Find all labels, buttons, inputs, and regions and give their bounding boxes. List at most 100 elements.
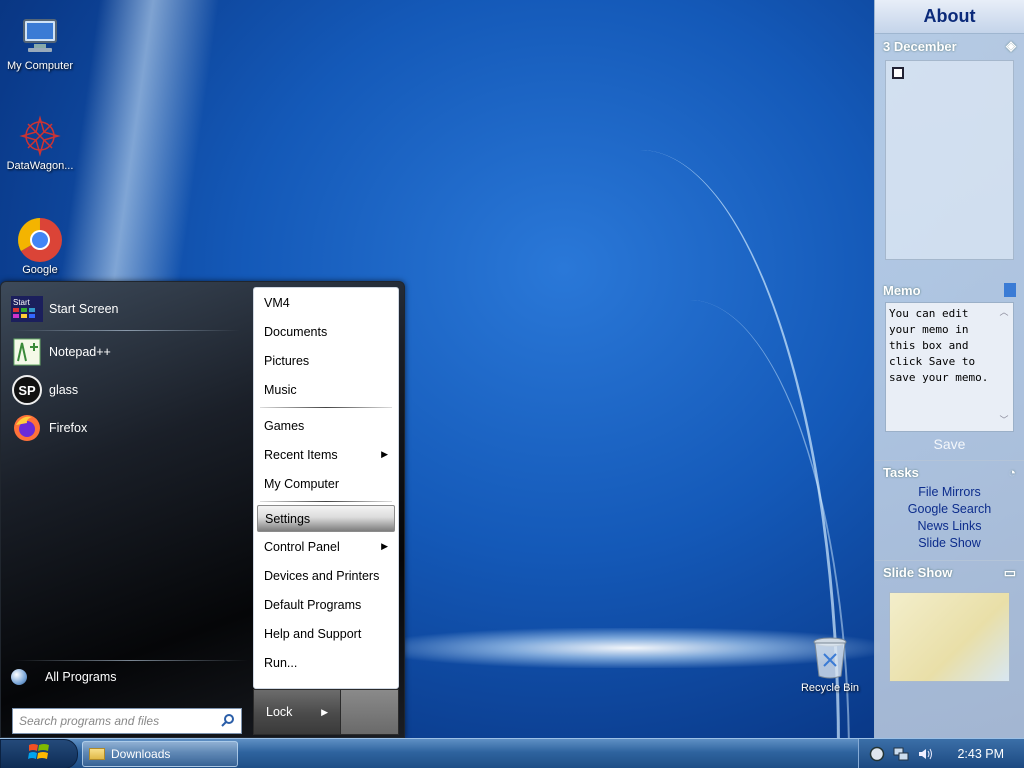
search-placeholder: Search programs and files <box>19 714 160 728</box>
lock-label: Lock <box>266 705 293 719</box>
start-menu-right-pane: VM4 Documents Pictures Music Games Recen… <box>253 287 399 689</box>
desktop-icon-recycle-bin[interactable]: Recycle Bin <box>790 636 870 694</box>
gadget-sidebar: About 3 December ◈ Memo You can edit you… <box>874 0 1024 738</box>
windows-logo-icon <box>28 742 50 766</box>
menu-item-label: VM4 <box>264 295 290 310</box>
calendar-gadget <box>885 60 1014 260</box>
start-screen-icon: Start <box>11 293 43 325</box>
separator <box>260 501 392 502</box>
clock[interactable]: 2:43 PM <box>957 747 1004 761</box>
taskbar-button-label: Downloads <box>111 747 171 761</box>
pinned-label: Firefox <box>49 421 88 435</box>
menu-item-label: Run... <box>264 655 298 670</box>
menu-item-pictures[interactable]: Pictures <box>254 346 398 375</box>
tray-circle-icon[interactable] <box>869 746 885 762</box>
desktop-icon-google[interactable]: Google <box>0 218 80 276</box>
menu-item-music[interactable]: Music <box>254 375 398 404</box>
search-icon[interactable] <box>221 713 235 730</box>
memo-title: Memo <box>883 282 921 298</box>
menu-item-documents[interactable]: Documents <box>254 317 398 346</box>
slideshow-image[interactable] <box>889 592 1010 682</box>
menu-item-label: Documents <box>264 324 328 339</box>
power-options-button[interactable] <box>341 689 399 735</box>
scroll-up-icon[interactable]: ︿ <box>997 305 1011 321</box>
memo-textarea[interactable]: You can edit your memo in this box and c… <box>885 302 1014 432</box>
chrome-icon <box>16 218 64 262</box>
pinned-notepadpp[interactable]: Notepad++ <box>5 333 248 371</box>
submenu-arrow-icon: ▶ <box>381 541 388 551</box>
menu-item-label: Settings <box>265 511 311 526</box>
memo-header: Memo <box>875 278 1024 302</box>
menu-item-run[interactable]: Run... <box>254 648 398 677</box>
memo-scrollbar[interactable]: ︿ ﹀ <box>997 305 1011 429</box>
calendar-menu-icon[interactable]: ◈ <box>1006 38 1016 54</box>
desktop-icon-my-computer[interactable]: My Computer <box>0 14 80 72</box>
tasks-title: Tasks <box>883 465 919 480</box>
menu-item-label: Games <box>264 418 305 433</box>
memo-text: You can edit your memo in this box and c… <box>889 307 989 384</box>
all-programs-icon <box>11 669 27 685</box>
menu-item-games[interactable]: Games <box>254 411 398 440</box>
menu-item-label: Devices and Printers <box>264 568 380 583</box>
start-menu: Start Start Screen Notepad++ SP glass Fi… <box>0 281 405 738</box>
menu-item-label: Recent Items <box>264 447 338 462</box>
menu-item-default-programs[interactable]: Default Programs <box>254 590 398 619</box>
lock-options-arrow-icon[interactable]: ▶ <box>321 707 328 718</box>
svg-text:Start: Start <box>13 298 31 307</box>
calendar-header: 3 December ◈ <box>875 34 1024 58</box>
separator <box>13 330 240 331</box>
calendar-date: 3 December <box>883 38 957 54</box>
menu-item-recent-items[interactable]: Recent Items ▶ <box>254 440 398 469</box>
menu-item-label: Control Panel <box>264 539 340 554</box>
taskbar: Downloads 2:43 PM <box>0 738 1024 768</box>
network-icon[interactable] <box>893 746 909 762</box>
sidebar-title[interactable]: About <box>875 0 1024 34</box>
task-link-news-links[interactable]: News Links <box>875 518 1024 535</box>
svg-text:SP: SP <box>18 383 36 398</box>
task-link-file-mirrors[interactable]: File Mirrors <box>875 484 1024 501</box>
pinned-glass[interactable]: SP glass <box>5 371 248 409</box>
slideshow-menu-icon[interactable]: ▭ <box>1004 565 1016 581</box>
taskbar-button-downloads[interactable]: Downloads <box>82 741 238 767</box>
menu-item-control-panel[interactable]: Control Panel ▶ <box>254 532 398 561</box>
task-link-slide-show[interactable]: Slide Show <box>875 535 1024 552</box>
tasks-list: File Mirrors Google Search News Links Sl… <box>875 484 1024 552</box>
pinned-firefox[interactable]: Firefox <box>5 409 248 447</box>
menu-item-vm4[interactable]: VM4 <box>254 288 398 317</box>
system-tray: 2:43 PM <box>858 739 1024 768</box>
menu-item-my-computer[interactable]: My Computer <box>254 469 398 498</box>
pinned-label: Start Screen <box>49 302 119 316</box>
separator <box>260 407 392 408</box>
memo-save-button[interactable]: Save <box>875 432 1024 456</box>
recycle-bin-icon <box>806 636 854 680</box>
all-programs-label: All Programs <box>45 670 117 684</box>
scroll-down-icon[interactable]: ﹀ <box>997 413 1011 429</box>
slideshow-header: Slide Show ▭ <box>875 560 1024 584</box>
all-programs-button[interactable]: All Programs <box>5 662 248 692</box>
tasks-menu-icon[interactable]: ◔ <box>1008 465 1016 480</box>
start-button[interactable] <box>0 739 78 768</box>
volume-icon[interactable] <box>917 746 933 762</box>
notepadpp-icon <box>11 336 43 368</box>
search-box[interactable]: Search programs and files <box>12 708 242 734</box>
menu-item-label: My Computer <box>264 476 340 491</box>
lock-button[interactable]: Lock ▶ <box>253 689 341 735</box>
tasks-header: Tasks ◔ <box>875 460 1024 484</box>
checkbox-icon[interactable] <box>892 67 904 79</box>
menu-item-label: Default Programs <box>264 597 362 612</box>
menu-item-label: Pictures <box>264 353 310 368</box>
menu-item-settings[interactable]: Settings <box>257 505 395 532</box>
power-row: Lock ▶ <box>253 689 399 735</box>
datawagon-icon <box>16 114 64 158</box>
separator <box>13 660 248 661</box>
desktop-icon-label: DataWagon... <box>6 160 74 172</box>
menu-item-label: Help and Support <box>264 626 362 641</box>
pinned-start-screen[interactable]: Start Start Screen <box>5 290 248 328</box>
pinned-label: glass <box>49 383 79 397</box>
desktop-icon-datawagon[interactable]: DataWagon... <box>0 114 80 172</box>
menu-item-help-support[interactable]: Help and Support <box>254 619 398 648</box>
task-link-google-search[interactable]: Google Search <box>875 501 1024 518</box>
menu-item-devices-printers[interactable]: Devices and Printers <box>254 561 398 590</box>
memo-menu-icon[interactable] <box>1004 283 1016 297</box>
submenu-arrow-icon: ▶ <box>381 449 388 459</box>
